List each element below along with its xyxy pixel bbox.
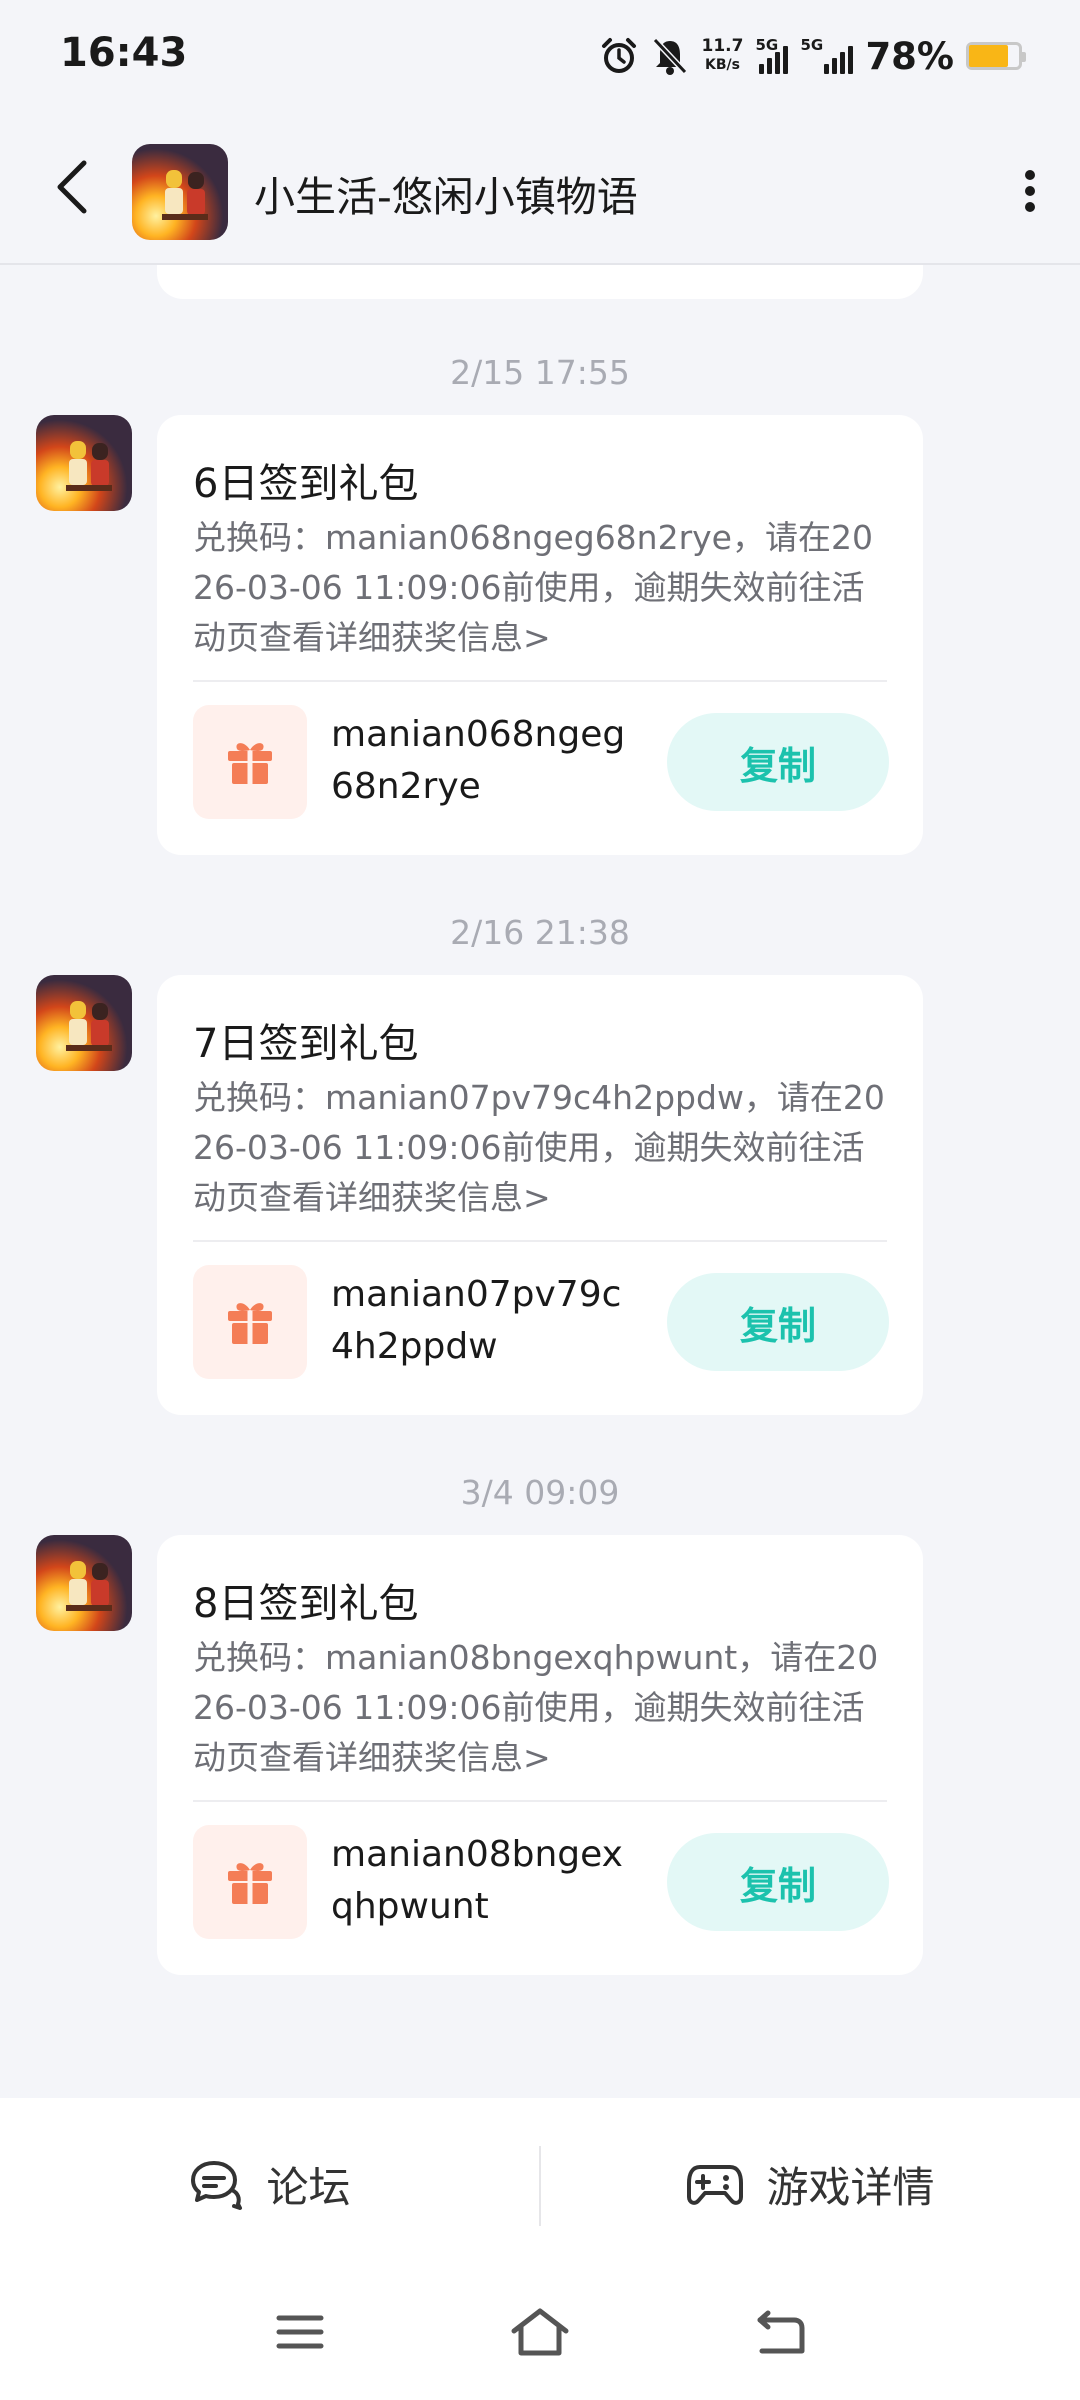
gift-description[interactable]: 兑换码：manian08bngexqhpwunt，请在2026-03-06 11… xyxy=(193,1633,893,1783)
nav-recents-button[interactable] xyxy=(260,2292,340,2372)
gift-icon-tile xyxy=(193,1265,307,1379)
sim1-network-label: 5G xyxy=(755,36,779,54)
tab-forum[interactable]: 论坛 xyxy=(0,2098,539,2270)
sender-avatar[interactable] xyxy=(36,1535,132,1631)
redeem-code: manian08bngexqhpwunt xyxy=(331,1834,623,1927)
menu-icon xyxy=(276,2315,324,2349)
status-bar: 16:43 11.7 KB/s 5G 5G 78% xyxy=(0,0,1080,115)
sim2-network-label: 5G xyxy=(800,36,824,54)
tab-game-details[interactable]: 游戏详情 xyxy=(541,2098,1080,2270)
gift-description[interactable]: 兑换码：manian07pv79c4h2ppdw，请在2026-03-06 11… xyxy=(193,1073,893,1223)
gift-icon-tile xyxy=(193,1825,307,1939)
redeem-code: manian07pv79c4h2ppdw xyxy=(331,1274,622,1367)
redeem-code: manian068ngeg68n2rye xyxy=(331,714,626,807)
campfire-game-icon xyxy=(36,975,132,1071)
message-time: 3/4 09:09 xyxy=(460,1473,620,1512)
copy-button[interactable]: 复制 xyxy=(667,713,889,811)
card-divider xyxy=(193,1800,887,1802)
sender-avatar[interactable] xyxy=(36,415,132,511)
gift-icon xyxy=(228,1863,272,1904)
copy-button[interactable]: 复制 xyxy=(667,1833,889,1931)
campfire-game-icon xyxy=(36,415,132,511)
message-time: 2/15 17:55 xyxy=(450,353,630,392)
message-item: 2/15 17:55 6日签到礼包 兑换码：manian068ngeg68n2r… xyxy=(0,353,1080,893)
message-time: 2/16 21:38 xyxy=(450,913,630,952)
home-icon xyxy=(511,2308,569,2356)
message-item: 3/4 09:09 8日签到礼包 兑换码：manian08bngexqhpwun… xyxy=(0,1473,1080,2013)
system-nav-bar xyxy=(0,2270,1080,2400)
mute-bell-icon xyxy=(651,36,689,76)
gift-icon xyxy=(228,743,272,784)
campfire-game-icon xyxy=(36,1535,132,1631)
signal-sim2-icon: 5G xyxy=(800,36,854,74)
signal-sim1-icon: 5G xyxy=(755,36,789,74)
gift-message-card[interactable]: 7日签到礼包 兑换码：manian07pv79c4h2ppdw，请在2026-0… xyxy=(157,975,923,1415)
battery-icon xyxy=(966,42,1026,70)
more-vertical-icon xyxy=(1025,170,1035,212)
gift-message-card[interactable]: 6日签到礼包 兑换码：manian068ngeg68n2rye，请在2026-0… xyxy=(157,415,923,855)
message-list[interactable]: 2/15 17:55 6日签到礼包 兑换码：manian068ngeg68n2r… xyxy=(0,265,1080,2098)
net-speed: 11.7 KB/s xyxy=(701,37,743,75)
more-options-button[interactable] xyxy=(998,153,1062,229)
return-icon xyxy=(757,2310,805,2354)
alarm-icon xyxy=(599,36,639,76)
battery-level-fill xyxy=(969,45,1008,67)
gift-icon xyxy=(228,1303,272,1344)
gift-title: 6日签到礼包 xyxy=(193,461,419,507)
gift-message-card[interactable]: 8日签到礼包 兑换码：manian08bngexqhpwunt，请在2026-0… xyxy=(157,1535,923,1975)
net-speed-value: 11.7 xyxy=(701,36,744,56)
copy-button[interactable]: 复制 xyxy=(667,1273,889,1371)
gift-icon-tile xyxy=(193,705,307,819)
status-icons: 11.7 KB/s 5G 5G 78% xyxy=(599,28,1026,84)
gamepad-icon xyxy=(687,2165,744,2205)
bottom-tab-bar: 论坛 游戏详情 xyxy=(0,2098,1080,2270)
game-avatar[interactable] xyxy=(132,144,228,240)
nav-home-button[interactable] xyxy=(500,2292,580,2372)
tab-game-details-label: 游戏详情 xyxy=(766,2162,935,2212)
app-header: 小生活-悠闲小镇物语 xyxy=(0,115,1080,265)
sender-avatar[interactable] xyxy=(36,975,132,1071)
net-speed-unit: KB/s xyxy=(704,57,740,73)
forum-chat-icon xyxy=(191,2161,243,2210)
card-divider xyxy=(193,1240,887,1242)
back-arrow-icon xyxy=(57,160,87,214)
status-time: 16:43 xyxy=(60,30,188,76)
gift-title: 7日签到礼包 xyxy=(193,1021,419,1067)
battery-percent: 78% xyxy=(865,34,954,78)
gift-title: 8日签到礼包 xyxy=(193,1581,419,1627)
page-title: 小生活-悠闲小镇物语 xyxy=(254,173,638,221)
nav-back-button[interactable] xyxy=(740,2292,820,2372)
previous-message-card xyxy=(157,265,923,299)
tab-forum-label: 论坛 xyxy=(266,2162,351,2212)
gift-description[interactable]: 兑换码：manian068ngeg68n2rye，请在2026-03-06 11… xyxy=(193,513,893,663)
card-divider xyxy=(193,680,887,682)
campfire-game-icon xyxy=(132,144,228,240)
message-item: 2/16 21:38 7日签到礼包 兑换码：manian07pv79c4h2pp… xyxy=(0,913,1080,1453)
back-button[interactable] xyxy=(40,155,104,219)
